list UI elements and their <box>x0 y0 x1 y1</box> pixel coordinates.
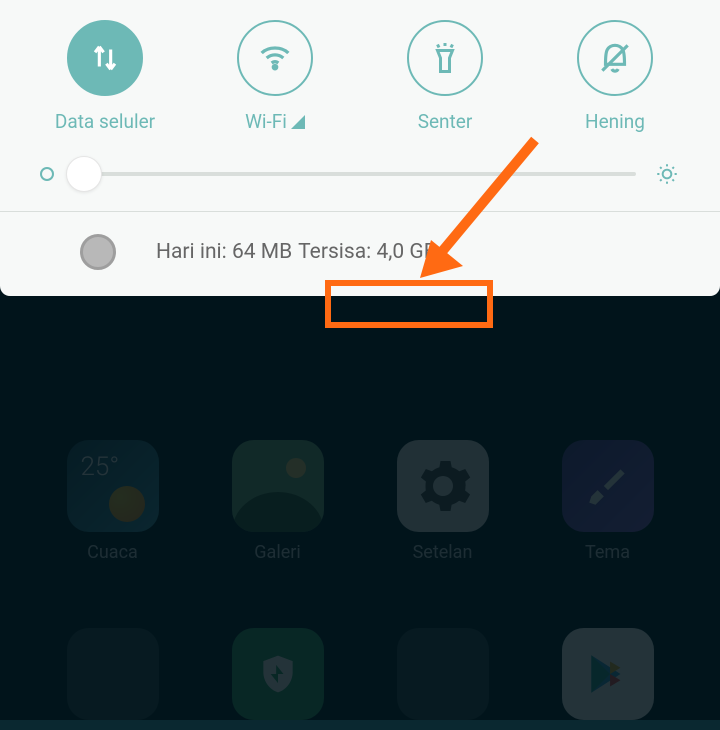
wifi-icon <box>237 20 313 96</box>
brightness-icon <box>654 161 680 187</box>
toggle-mobile-data[interactable]: Data seluler <box>35 20 175 133</box>
brightness-row <box>0 133 720 211</box>
flashlight-icon <box>407 20 483 96</box>
auto-brightness-toggle[interactable] <box>40 167 54 181</box>
toggle-label: Data seluler <box>55 110 155 133</box>
toggle-label: Hening <box>585 110 645 133</box>
data-usage-icon <box>80 234 116 270</box>
toggle-wifi[interactable]: Wi-Fi <box>205 20 345 133</box>
annotation-arrow <box>415 130 555 290</box>
signal-icon <box>291 115 305 129</box>
quick-settings-panel: Data seluler Wi-Fi Sen <box>0 0 720 296</box>
toggle-silent[interactable]: Hening <box>545 20 685 133</box>
toggles-row: Data seluler Wi-Fi Sen <box>0 20 720 133</box>
mobile-data-icon <box>67 20 143 96</box>
usage-today: Hari ini: 64 MB <box>156 240 292 264</box>
data-usage-text: Hari ini: 64 MB Tersisa: 4,0 GB <box>156 240 437 264</box>
toggle-flashlight[interactable]: Senter <box>375 20 515 133</box>
slider-thumb[interactable] <box>66 156 102 192</box>
silent-icon <box>577 20 653 96</box>
toggle-label: Wi-Fi <box>245 110 305 133</box>
